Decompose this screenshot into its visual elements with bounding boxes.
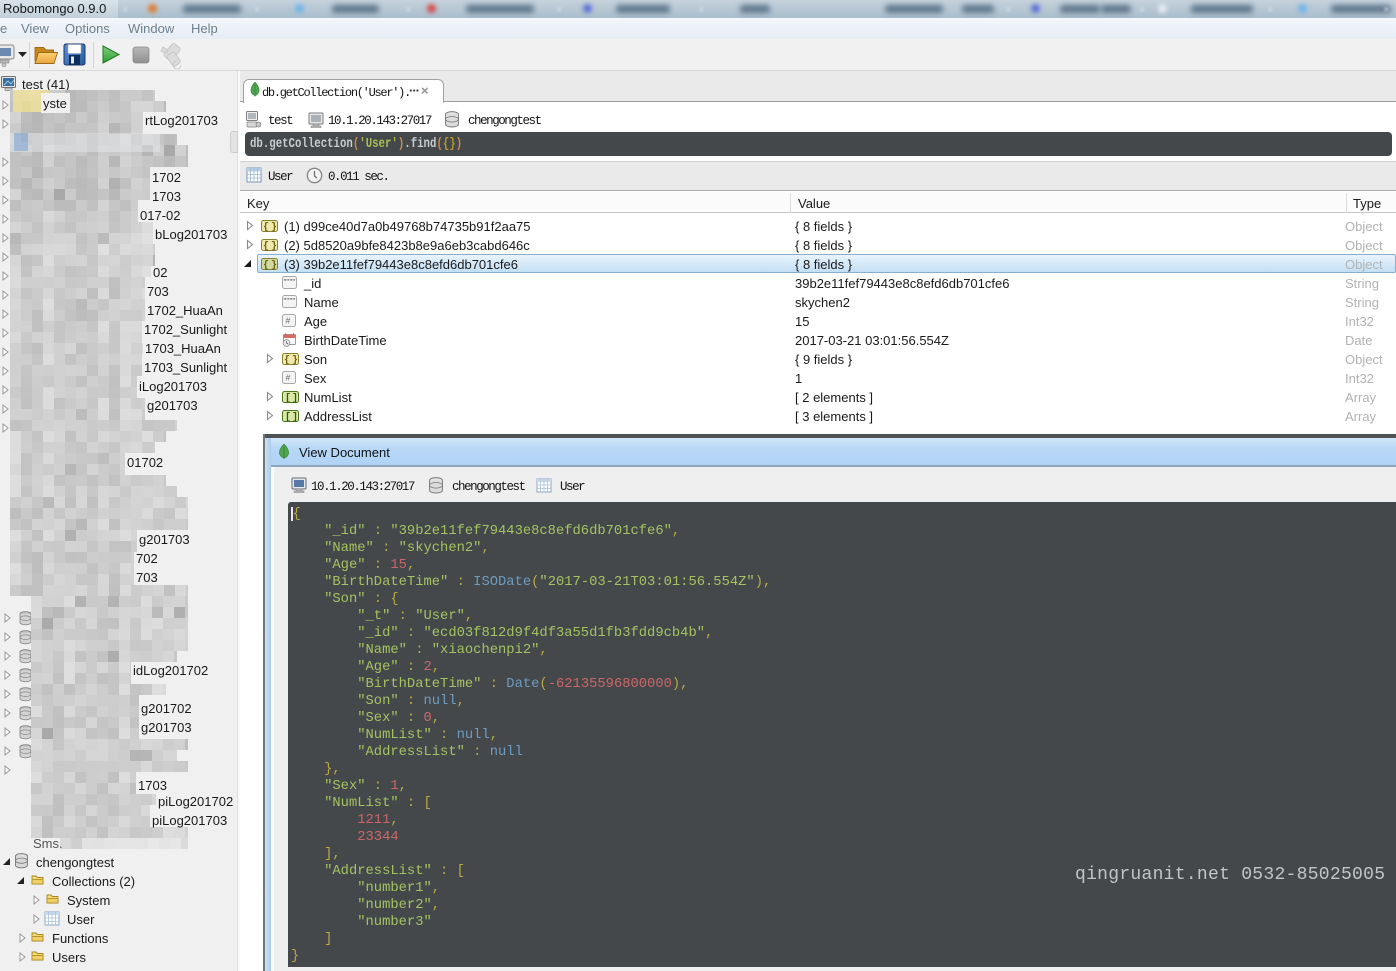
svg-text:]: ]: [292, 412, 298, 423]
svg-text:#: #: [286, 316, 291, 326]
svg-text:"": "": [284, 297, 290, 306]
svg-text:[: [: [285, 412, 291, 423]
svg-text:}: }: [271, 241, 277, 252]
svg-text:{: {: [284, 355, 290, 366]
svg-text:"": "": [290, 297, 296, 306]
svg-text:}: }: [292, 355, 298, 366]
svg-text:}: }: [271, 222, 277, 233]
svg-text:{: {: [263, 241, 269, 252]
svg-text:#: #: [286, 373, 291, 383]
svg-text:}: }: [271, 260, 277, 271]
svg-text:[: [: [285, 393, 291, 404]
svg-text:{: {: [263, 222, 269, 233]
svg-text:"": "": [290, 278, 296, 287]
svg-text:"": "": [284, 278, 290, 287]
svg-text:]: ]: [292, 393, 298, 404]
svg-text:{: {: [263, 260, 269, 271]
